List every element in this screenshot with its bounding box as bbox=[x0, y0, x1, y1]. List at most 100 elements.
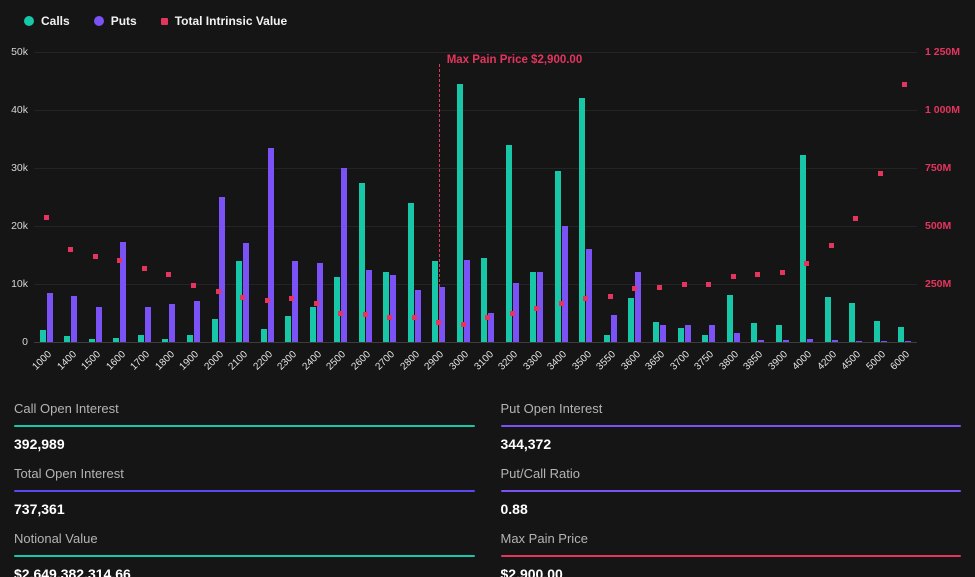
x-axis-label: 2500 bbox=[325, 349, 349, 373]
intrinsic-value-marker bbox=[387, 315, 392, 320]
calls-bar bbox=[874, 321, 880, 342]
stat-label: Max Pain Price bbox=[501, 531, 962, 546]
stat-label: Total Open Interest bbox=[14, 466, 475, 481]
legend-item-intrinsic[interactable]: Total Intrinsic Value bbox=[161, 14, 287, 28]
puts-bar bbox=[145, 307, 151, 342]
x-axis-label: 3500 bbox=[570, 349, 594, 373]
calls-bar bbox=[285, 316, 291, 342]
puts-bar bbox=[292, 261, 298, 342]
intrinsic-value-marker bbox=[142, 266, 147, 271]
legend-label: Calls bbox=[41, 14, 70, 28]
intrinsic-value-marker bbox=[731, 274, 736, 279]
puts-bar bbox=[194, 301, 200, 342]
calls-bar bbox=[751, 323, 757, 342]
puts-bar bbox=[709, 325, 715, 342]
puts-bar bbox=[734, 333, 740, 342]
puts-bar bbox=[832, 340, 838, 342]
calls-bar bbox=[579, 98, 585, 342]
intrinsic-value-marker bbox=[485, 315, 490, 320]
right-axis-tick-label: 500M bbox=[925, 220, 951, 232]
x-axis-label: 3300 bbox=[521, 349, 545, 373]
intrinsic-swatch-icon bbox=[161, 18, 168, 25]
x-axis-label: 3850 bbox=[742, 349, 766, 373]
intrinsic-value-marker bbox=[314, 301, 319, 306]
stat-accent-line bbox=[501, 490, 962, 492]
right-axis-tick-label: 250M bbox=[925, 278, 951, 290]
x-axis-label: 2400 bbox=[300, 349, 324, 373]
x-axis-label: 3700 bbox=[668, 349, 692, 373]
intrinsic-value-marker bbox=[682, 282, 687, 287]
x-axis-label: 2600 bbox=[349, 349, 373, 373]
puts-bar bbox=[96, 307, 102, 342]
x-axis-label: 3550 bbox=[595, 349, 619, 373]
x-axis-label: 4000 bbox=[791, 349, 815, 373]
legend-item-puts[interactable]: Puts bbox=[94, 14, 137, 28]
stat-put-open-interest: Put Open Interest344,372 bbox=[501, 390, 962, 455]
calls-bar bbox=[40, 330, 46, 342]
stat-label: Put Open Interest bbox=[501, 401, 962, 416]
stat-accent-line bbox=[14, 555, 475, 557]
intrinsic-value-marker bbox=[657, 285, 662, 290]
calls-bar bbox=[236, 261, 242, 342]
puts-bar bbox=[366, 270, 372, 343]
calls-bar bbox=[187, 335, 193, 343]
x-axis-label: 1000 bbox=[31, 349, 55, 373]
stat-max-pain-price: Max Pain Price $2,900.00 bbox=[501, 520, 962, 577]
stat-accent-line bbox=[14, 490, 475, 492]
calls-bar bbox=[408, 203, 414, 342]
puts-bar bbox=[120, 242, 126, 342]
x-axis-label: 3400 bbox=[546, 349, 570, 373]
puts-bar bbox=[390, 275, 396, 342]
x-axis-label: 4500 bbox=[840, 349, 864, 373]
gridline bbox=[34, 284, 917, 285]
x-axis-label: 3100 bbox=[472, 349, 496, 373]
intrinsic-value-marker bbox=[534, 306, 539, 311]
stats-panel: Call Open Interest392,989Put Open Intere… bbox=[0, 386, 975, 577]
stat-value: 0.88 bbox=[501, 501, 962, 517]
intrinsic-value-marker bbox=[853, 216, 858, 221]
calls-bar bbox=[432, 261, 438, 342]
intrinsic-value-marker bbox=[265, 298, 270, 303]
intrinsic-value-marker bbox=[583, 296, 588, 301]
puts-bar bbox=[905, 341, 911, 342]
calls-bar bbox=[89, 339, 95, 343]
intrinsic-value-marker bbox=[780, 270, 785, 275]
calls-bar bbox=[138, 335, 144, 342]
x-axis-label: 1700 bbox=[129, 349, 153, 373]
x-axis-label: 3900 bbox=[766, 349, 790, 373]
intrinsic-value-marker bbox=[166, 272, 171, 277]
intrinsic-value-marker bbox=[559, 301, 564, 306]
gridline bbox=[34, 110, 917, 111]
legend-label: Puts bbox=[111, 14, 137, 28]
intrinsic-value-marker bbox=[461, 322, 466, 327]
calls-bar bbox=[604, 335, 610, 342]
calls-swatch-icon bbox=[24, 16, 34, 26]
puts-bar bbox=[243, 243, 249, 342]
open-interest-chart[interactable]: 010k20k30k40k50k250M500M750M1 000M1 250M… bbox=[0, 36, 975, 386]
intrinsic-value-marker bbox=[632, 286, 637, 291]
stat-total-open-interest: Total Open Interest737,361 bbox=[14, 455, 475, 520]
puts-bar bbox=[169, 304, 175, 342]
x-axis-line bbox=[34, 342, 917, 343]
stat-accent-line bbox=[14, 425, 475, 427]
puts-bar bbox=[660, 325, 666, 342]
calls-bar bbox=[334, 277, 340, 342]
left-axis-tick-label: 10k bbox=[0, 278, 28, 290]
intrinsic-value-marker bbox=[338, 311, 343, 316]
x-axis-label: 3750 bbox=[693, 349, 717, 373]
intrinsic-value-marker bbox=[117, 258, 122, 263]
max-pain-label: Max Pain Price $2,900.00 bbox=[447, 54, 583, 66]
calls-bar bbox=[702, 335, 708, 342]
stat-notional-value: Notional Value$2,649,382,314.66 bbox=[14, 520, 475, 577]
x-axis-label: 5000 bbox=[864, 349, 888, 373]
legend-label: Total Intrinsic Value bbox=[175, 14, 287, 28]
right-axis-tick-label: 1 000M bbox=[925, 104, 960, 116]
x-axis-label: 3200 bbox=[497, 349, 521, 373]
legend-item-calls[interactable]: Calls bbox=[24, 14, 70, 28]
stat-label: Notional Value bbox=[14, 531, 475, 546]
max-pain-line bbox=[439, 64, 440, 342]
x-axis-label: 2700 bbox=[374, 349, 398, 373]
calls-bar bbox=[113, 338, 119, 342]
intrinsic-value-marker bbox=[44, 215, 49, 220]
stat-value: $2,900.00 bbox=[501, 566, 962, 577]
